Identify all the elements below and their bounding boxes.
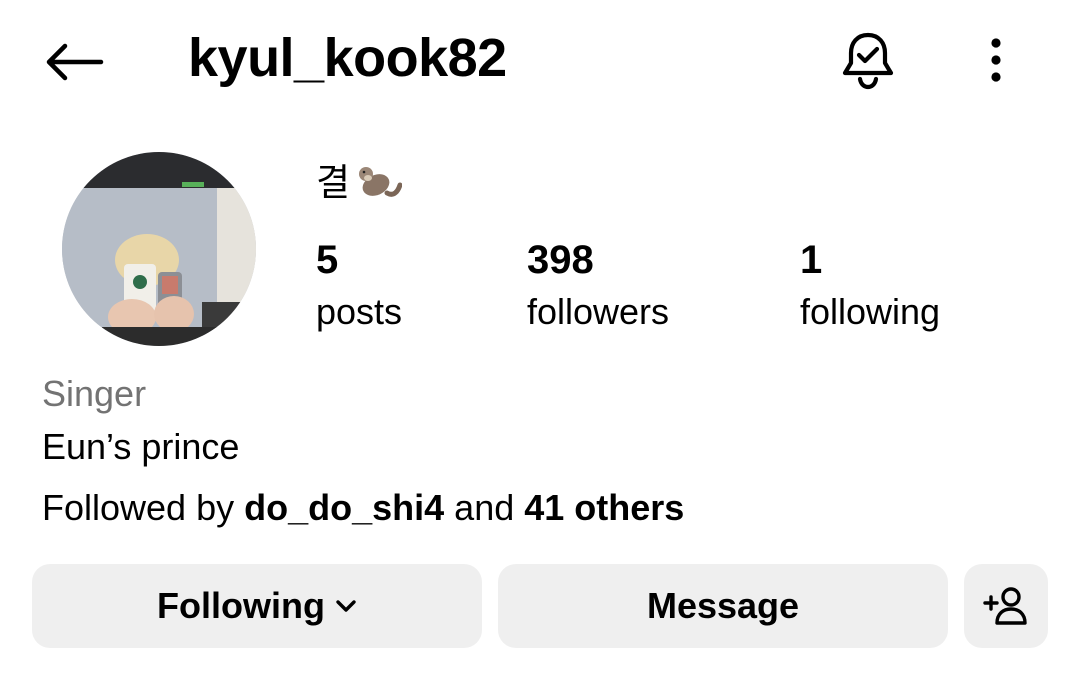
stat-value: 1 xyxy=(800,238,823,282)
followed-by-connector: and xyxy=(454,487,515,528)
followed-by-prefix: Followed by xyxy=(42,487,235,528)
chevron-down-icon xyxy=(336,600,356,612)
message-button[interactable]: Message xyxy=(498,564,948,648)
profile-name: 결 xyxy=(316,160,403,206)
stat-label: followers xyxy=(527,291,670,332)
back-button[interactable] xyxy=(38,30,108,94)
more-vertical-icon xyxy=(991,38,1001,82)
stat-posts[interactable]: 5 posts xyxy=(316,236,402,334)
more-options-button[interactable] xyxy=(972,30,1020,90)
display-name: 결 xyxy=(316,162,351,203)
stat-value: 398 xyxy=(527,238,594,282)
followed-by-others[interactable]: 41 others xyxy=(524,487,684,528)
bell-check-icon xyxy=(842,32,894,90)
add-user-button[interactable] xyxy=(964,564,1048,648)
profile-bio: Eun’s prince xyxy=(42,426,240,467)
following-button-label: Following xyxy=(157,585,325,626)
arrow-left-icon xyxy=(46,43,104,81)
add-person-icon xyxy=(983,587,1027,625)
profile-photo xyxy=(62,152,256,346)
notifications-button[interactable] xyxy=(834,26,902,94)
otter-emoji xyxy=(359,167,403,197)
page-title: kyul_kook82 xyxy=(188,28,507,88)
stat-value: 5 xyxy=(316,238,339,282)
followed-by[interactable]: Followed by do_do_shi4 and 41 others xyxy=(42,486,684,530)
profile-category: Singer xyxy=(42,373,147,414)
message-button-label: Message xyxy=(646,585,800,626)
followed-by-user[interactable]: do_do_shi4 xyxy=(244,487,444,528)
stat-followers[interactable]: 398 followers xyxy=(527,236,669,334)
stat-label: posts xyxy=(316,291,403,332)
avatar[interactable] xyxy=(62,152,256,346)
following-button[interactable]: Following xyxy=(32,564,482,648)
stat-following[interactable]: 1 following xyxy=(800,236,940,334)
stat-label: following xyxy=(800,291,941,332)
